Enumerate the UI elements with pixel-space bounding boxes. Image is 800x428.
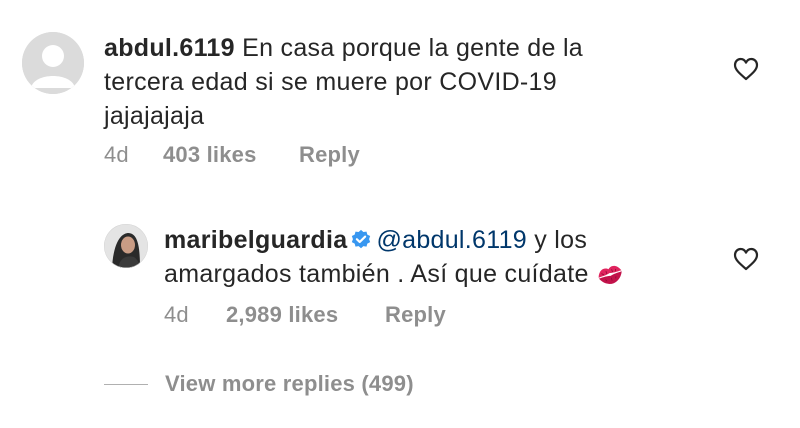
kiss-mark-emoji [598,265,622,284]
profile-photo-icon [104,224,148,268]
comment-username[interactable]: abdul.6119 [104,34,235,62]
reply-likes[interactable]: 2,989 likes [226,302,338,328]
view-more-replies-label: View more replies (499) [165,371,414,396]
comment-text: abdul.6119 En casa porque la gente de la… [104,31,664,133]
mention-link[interactable]: @abdul.6119 [376,226,527,254]
replies-divider-line [104,384,148,385]
default-avatar-icon [22,32,84,94]
heart-outline-icon[interactable] [733,247,759,271]
heart-outline-icon[interactable] [733,57,759,81]
reply-button[interactable]: Reply [385,302,446,328]
reply-avatar[interactable] [104,224,148,268]
commenter-avatar[interactable] [22,32,84,94]
reply-text: maribelguardia @abdul.6119 y los amargad… [164,223,684,291]
comment-time[interactable]: 4d [104,142,129,168]
reply-username[interactable]: maribelguardia [164,226,347,254]
verified-badge-icon [352,229,371,249]
reply-time[interactable]: 4d [164,302,189,328]
comment-likes[interactable]: 403 likes [163,142,257,168]
reply-button[interactable]: Reply [299,142,360,168]
